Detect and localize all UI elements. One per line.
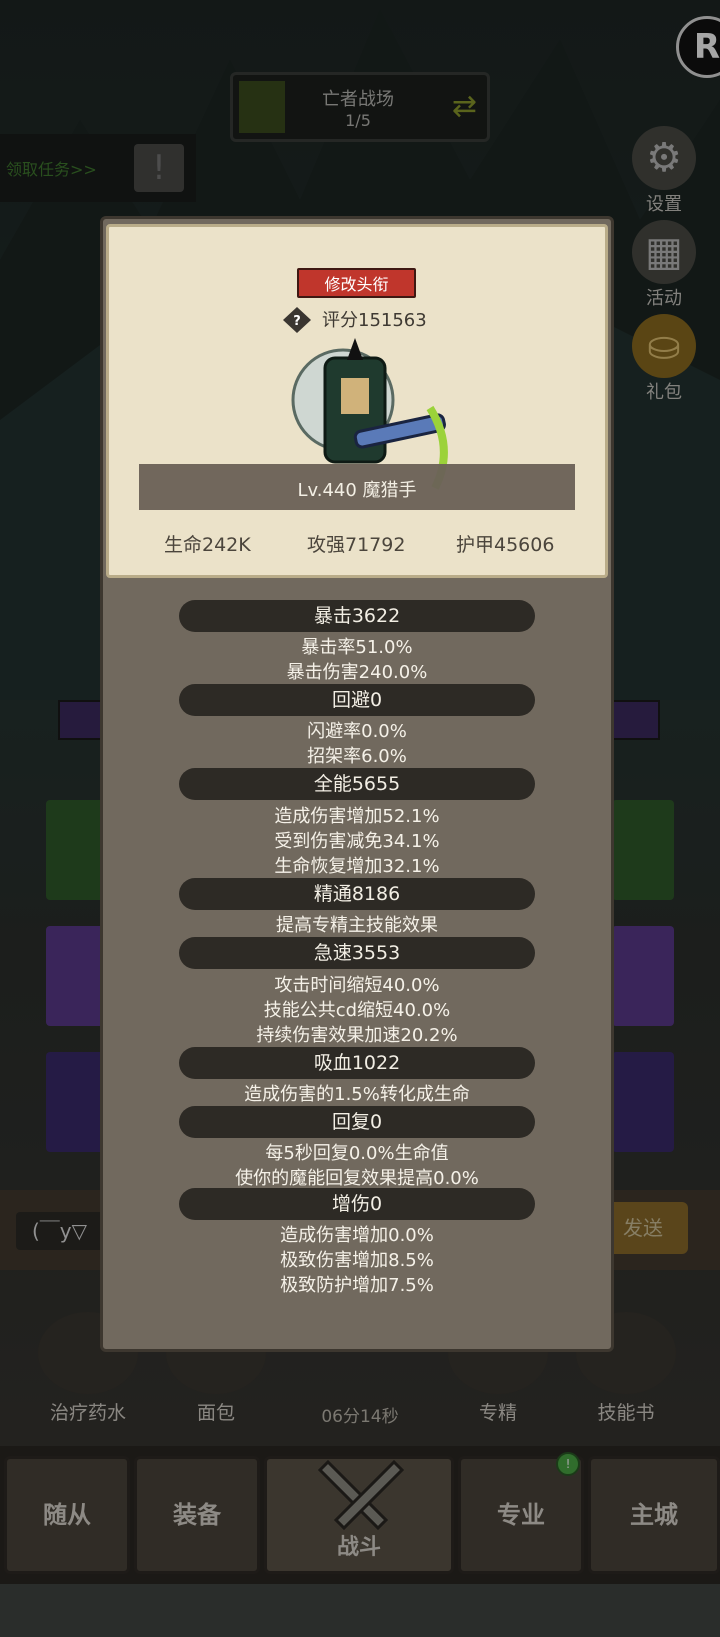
stat-line: 造成伤害增加52.1% [274, 806, 440, 827]
stat-header: 增伤0 [179, 1188, 535, 1220]
stat-line: 极致防护增加7.5% [280, 1275, 434, 1296]
stat-header: 回避0 [179, 684, 535, 716]
stat-header: 全能5655 [179, 768, 535, 800]
stat-line: 暴击率51.0% [301, 637, 413, 658]
stat-line: 生命恢复增加32.1% [274, 856, 440, 877]
stat-line: 提高专精主技能效果 [276, 915, 438, 936]
stat-line: 技能公共cd缩短40.0% [263, 1000, 451, 1021]
help-icon[interactable]: ? [283, 307, 311, 333]
stat-line: 闪避率0.0% [307, 721, 407, 742]
stat-line: 造成伤害的1.5%转化成生命 [244, 1084, 470, 1105]
stat-line: 招架率6.0% [307, 746, 407, 767]
stat-header: 吸血1022 [179, 1047, 535, 1079]
stat-header: 急速3553 [179, 937, 535, 969]
stat-line: 持续伤害效果加速20.2% [256, 1025, 458, 1046]
stat-header: 精通8186 [179, 878, 535, 910]
armor-stat: 护甲45606 [456, 534, 555, 556]
hero-name: Lv.440 魔猎手 [297, 480, 417, 501]
stat-line: 造成伤害增加0.0% [280, 1225, 434, 1246]
stat-line: 攻击时间缩短40.0% [274, 975, 440, 996]
stat-line: 暴击伤害240.0% [286, 662, 428, 683]
edit-title-button[interactable]: 修改头衔 [297, 268, 416, 298]
score-text: 评分151563 [322, 310, 427, 331]
stat-header: 回复0 [179, 1106, 535, 1138]
stat-line: 受到伤害减免34.1% [274, 831, 440, 852]
attack-stat: 攻强71792 [307, 534, 406, 556]
hp-stat: 生命242K [164, 534, 251, 556]
stat-header: 暴击3622 [179, 600, 535, 632]
stat-line: 每5秒回复0.0%生命值 [265, 1143, 449, 1164]
stat-line: 极致伤害增加8.5% [280, 1250, 434, 1271]
svg-text:?: ? [293, 314, 301, 329]
stat-line: 使你的魔能回复效果提高0.0% [235, 1168, 479, 1189]
